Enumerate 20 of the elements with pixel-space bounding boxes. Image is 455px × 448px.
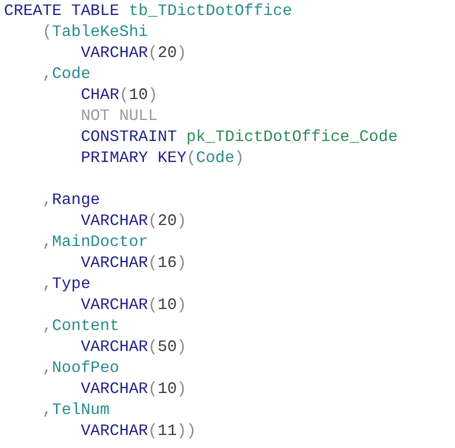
code-line: CREATE TABLE tb_TDictDotOffice — [4, 1, 292, 22]
code-line: PRIMARY KEY(Code) — [80, 148, 244, 169]
code-line: ,Type — [42, 274, 90, 295]
code-line: VARCHAR(16) — [80, 253, 186, 274]
code-line: VARCHAR(20) — [80, 211, 186, 232]
code-line: VARCHAR(20) — [80, 43, 186, 64]
code-line: VARCHAR(10) — [80, 379, 186, 400]
code-line: VARCHAR(11)) — [80, 421, 196, 442]
code-line: ,Range — [42, 190, 100, 211]
code-line: ,Content — [42, 316, 120, 337]
code-line: ,NoofPeo — [42, 358, 120, 379]
code-line: NOT NULL — [80, 106, 158, 127]
code-line: ,MainDoctor — [42, 232, 148, 253]
code-line: VARCHAR(10) — [80, 295, 186, 316]
code-line: CHAR(10) — [80, 85, 158, 106]
code-line: ,Code — [42, 64, 90, 85]
code-line: (TableKeShi — [42, 22, 148, 43]
code-line: VARCHAR(50) — [80, 337, 186, 358]
code-line: CONSTRAINT pk_TDictDotOffice_Code — [80, 127, 398, 148]
code-line: ,TelNum — [42, 400, 110, 421]
